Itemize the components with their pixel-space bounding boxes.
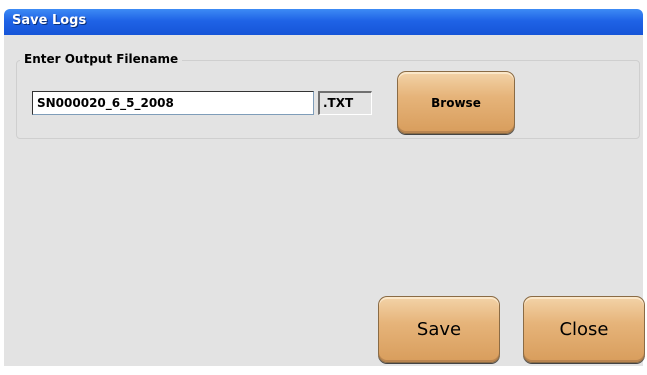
browse-button[interactable]: Browse — [397, 71, 515, 134]
title-bar[interactable]: Save Logs — [4, 9, 643, 35]
group-label: Enter Output Filename — [20, 52, 183, 66]
window-title: Save Logs — [12, 13, 87, 28]
filename-input[interactable] — [32, 91, 314, 115]
close-button[interactable]: Close — [523, 296, 645, 363]
save-logs-window: Save Logs Enter Output Filename .TXT Bro… — [0, 0, 647, 375]
file-extension-label: .TXT — [318, 91, 372, 115]
save-button[interactable]: Save — [378, 296, 500, 363]
